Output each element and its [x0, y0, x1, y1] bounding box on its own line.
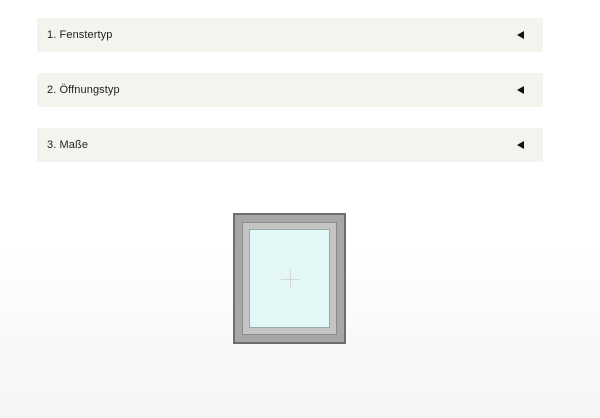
triangle-left-icon [517, 141, 524, 149]
accordion-label: 3. Maße [47, 139, 89, 151]
accordion-oeffnungstyp[interactable]: 2. Öffnungstyp [37, 73, 543, 107]
window-glass-pane [249, 229, 330, 328]
triangle-left-icon [517, 31, 524, 39]
window-preview [233, 213, 346, 344]
accordion-fenstertyp[interactable]: 1. Fenstertyp [37, 18, 543, 52]
accordion-masse[interactable]: 3. Maße [37, 128, 543, 162]
accordion-label: 2. Öffnungstyp [47, 84, 120, 96]
accordion-label: 1. Fenstertyp [47, 29, 113, 41]
crosshair-icon [289, 269, 291, 288]
window-sash [242, 222, 337, 335]
triangle-left-icon [517, 86, 524, 94]
